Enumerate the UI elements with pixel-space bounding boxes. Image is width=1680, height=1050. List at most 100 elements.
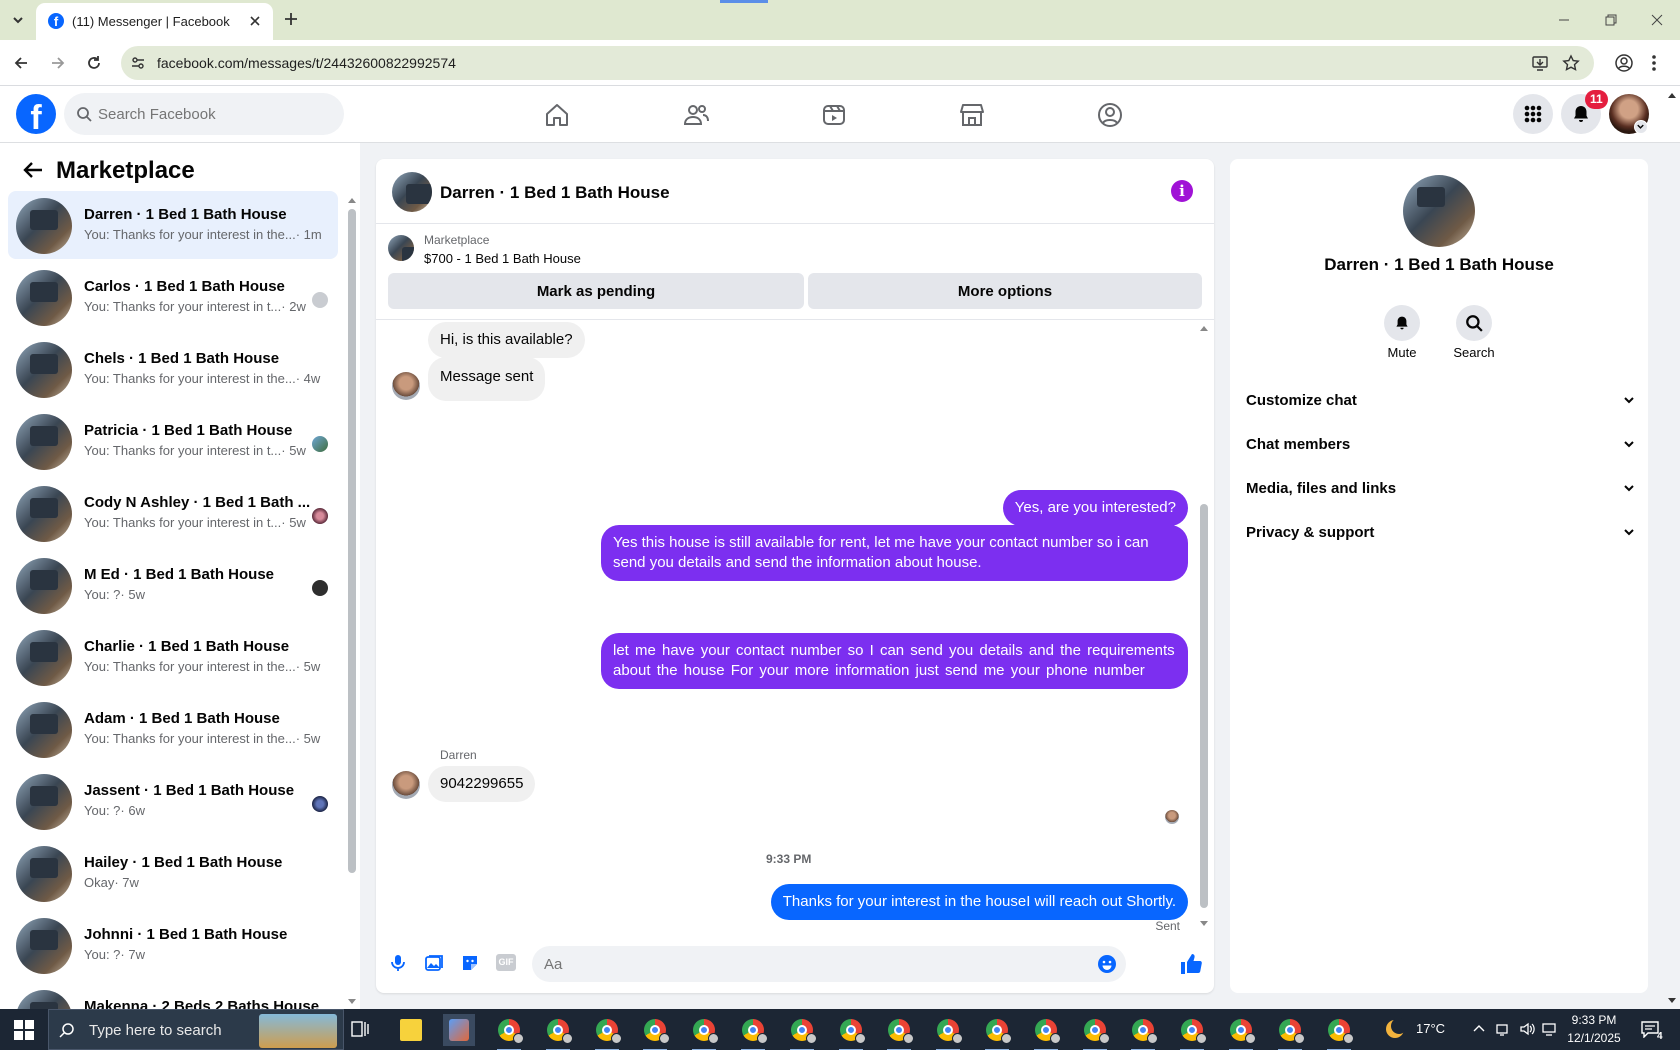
browser-tab[interactable]: f (11) Messenger | Facebook [36, 3, 273, 40]
watch-nav-icon[interactable] [778, 86, 890, 143]
chrome-window-icon[interactable] [981, 1014, 1013, 1050]
back-arrow-icon[interactable] [22, 160, 44, 180]
task-view-icon[interactable] [350, 1019, 370, 1039]
browser-menu-icon[interactable] [1651, 53, 1657, 73]
marketplace-nav-icon[interactable] [916, 86, 1028, 143]
pinned-app-icon[interactable] [443, 1014, 475, 1046]
volume-icon[interactable] [1519, 1021, 1535, 1037]
outgoing-message[interactable]: Thanks for your interest in the houseI w… [770, 884, 1188, 920]
facebook-logo-icon[interactable]: f [16, 94, 56, 134]
chrome-window-icon[interactable] [639, 1014, 671, 1050]
conversation-item[interactable]: Hailey · 1 Bed 1 Bath House Okay· 7w [8, 839, 338, 907]
page-scroll-up-icon[interactable] [1668, 92, 1676, 98]
gaming-nav-icon[interactable] [1054, 86, 1166, 143]
chrome-window-icon[interactable] [1274, 1014, 1306, 1050]
chrome-window-icon[interactable] [1030, 1014, 1062, 1050]
home-nav-icon[interactable] [501, 86, 613, 143]
conversation-item[interactable]: Chels · 1 Bed 1 Bath House You: Thanks fo… [8, 335, 338, 403]
display-icon[interactable] [1542, 1021, 1558, 1037]
tray-chevron-up-icon[interactable] [1472, 1023, 1486, 1033]
chrome-window-icon[interactable] [932, 1014, 964, 1050]
conversation-item[interactable]: Darren · 1 Bed 1 Bath House You: Thanks f… [8, 191, 338, 259]
search-in-conversation-button[interactable] [1456, 305, 1492, 341]
reload-icon[interactable] [85, 54, 103, 72]
conversation-item[interactable]: Johnni · 1 Bed 1 Bath House You: ?· 7w [8, 911, 338, 979]
outgoing-message[interactable]: let me have your contact number so I can… [601, 633, 1188, 689]
site-info-icon[interactable] [130, 55, 146, 71]
chat-header-avatar[interactable] [392, 172, 432, 212]
conversation-item[interactable]: M Ed · 1 Bed 1 Bath House You: ?· 5w [8, 551, 338, 619]
chrome-window-icon[interactable] [1176, 1014, 1208, 1050]
microphone-icon[interactable] [388, 953, 408, 973]
conversation-item[interactable]: Patricia · 1 Bed 1 Bath House You: Thanks… [8, 407, 338, 475]
thumbs-up-icon[interactable] [1179, 952, 1203, 976]
friends-nav-icon[interactable] [640, 86, 752, 143]
profile-icon[interactable] [1614, 53, 1634, 73]
chrome-window-icon[interactable] [737, 1014, 769, 1050]
conversation-item[interactable]: Adam · 1 Bed 1 Bath House You: Thanks for… [8, 695, 338, 763]
forward-icon[interactable] [49, 54, 67, 72]
chrome-window-icon[interactable] [1323, 1014, 1355, 1050]
sticky-notes-app-icon[interactable] [395, 1014, 427, 1046]
close-window-icon[interactable] [1649, 12, 1665, 28]
sender-avatar[interactable] [392, 372, 420, 400]
menu-grid-button[interactable] [1513, 94, 1553, 134]
incoming-message[interactable]: Message sent [428, 357, 546, 401]
clock-time[interactable]: 9:33 PM [1566, 1013, 1622, 1027]
outgoing-message[interactable]: Yes this house is still available for re… [601, 525, 1188, 581]
facebook-search-input[interactable] [98, 101, 328, 127]
listing-price[interactable]: $700 - 1 Bed 1 Bath House [424, 251, 581, 266]
message-composer[interactable] [532, 946, 1126, 982]
account-chevron-icon[interactable] [1634, 120, 1648, 134]
message-input[interactable] [544, 953, 1084, 975]
sidebar-scroll-up-icon[interactable] [348, 197, 356, 205]
incoming-message[interactable]: Hi, is this available? [428, 322, 585, 358]
install-app-icon[interactable] [1531, 54, 1549, 72]
chrome-window-icon[interactable] [1127, 1014, 1159, 1050]
chrome-window-icon[interactable] [835, 1014, 867, 1050]
conversation-item[interactable]: Makenna · 2 Beds 2 Baths House [8, 983, 338, 1009]
chrome-window-icon[interactable] [1079, 1014, 1111, 1050]
conversation-item[interactable]: Carlos · 1 Bed 1 Bath House You: Thanks f… [8, 263, 338, 331]
tab-list-chevron-icon[interactable] [10, 12, 26, 28]
sender-avatar[interactable] [392, 771, 420, 799]
outgoing-message[interactable]: Yes, are you interested? [1002, 490, 1188, 526]
chat-scroll-up-icon[interactable] [1200, 325, 1208, 331]
sidebar-scrollbar-thumb[interactable] [348, 209, 356, 873]
sticker-icon[interactable] [460, 953, 480, 973]
mark-as-pending-button[interactable]: Mark as pending [388, 273, 804, 309]
media-files-links-section[interactable]: Media, files and links [1246, 470, 1636, 506]
emoji-icon[interactable] [1097, 954, 1117, 974]
conversation-item[interactable]: Charlie · 1 Bed 1 Bath House You: Thanks … [8, 623, 338, 691]
page-scroll-down-icon[interactable] [1668, 998, 1676, 1004]
chrome-window-icon[interactable] [688, 1014, 720, 1050]
sidebar-scroll-down-icon[interactable] [348, 999, 356, 1007]
chrome-window-icon[interactable] [786, 1014, 818, 1050]
new-tab-icon[interactable] [283, 11, 299, 27]
bookmark-star-icon[interactable] [1562, 54, 1580, 72]
privacy-support-section[interactable]: Privacy & support [1246, 514, 1636, 550]
weather-icon[interactable] [1384, 1018, 1406, 1040]
taskbar-search[interactable]: Type here to search [48, 1009, 344, 1050]
chrome-window-icon[interactable] [542, 1014, 574, 1050]
chat-members-section[interactable]: Chat members [1246, 426, 1636, 462]
conversation-item[interactable]: Jassent · 1 Bed 1 Bath House You: ?· 6w [8, 767, 338, 835]
minimize-window-icon[interactable] [1556, 12, 1572, 28]
mute-button[interactable] [1384, 305, 1420, 341]
clock-date[interactable]: 12/1/2025 [1562, 1031, 1626, 1045]
restore-window-icon[interactable] [1603, 12, 1619, 28]
network-icon[interactable] [1495, 1021, 1511, 1037]
more-options-button[interactable]: More options [808, 273, 1202, 309]
chrome-window-icon[interactable] [591, 1014, 623, 1050]
chat-scrollbar-thumb[interactable] [1200, 504, 1208, 908]
weather-temperature[interactable]: 17°C [1416, 1021, 1445, 1036]
photo-attach-icon[interactable] [424, 953, 444, 973]
back-icon[interactable] [12, 54, 30, 72]
facebook-search-box[interactable] [64, 93, 344, 135]
omnibox[interactable]: facebook.com/messages/t/2443260082299257… [121, 46, 1594, 80]
gif-icon[interactable]: GIF [496, 954, 516, 971]
close-tab-icon[interactable] [248, 14, 262, 28]
chrome-window-icon[interactable] [1225, 1014, 1257, 1050]
chrome-window-icon[interactable] [493, 1014, 525, 1050]
customize-chat-section[interactable]: Customize chat [1246, 382, 1636, 418]
